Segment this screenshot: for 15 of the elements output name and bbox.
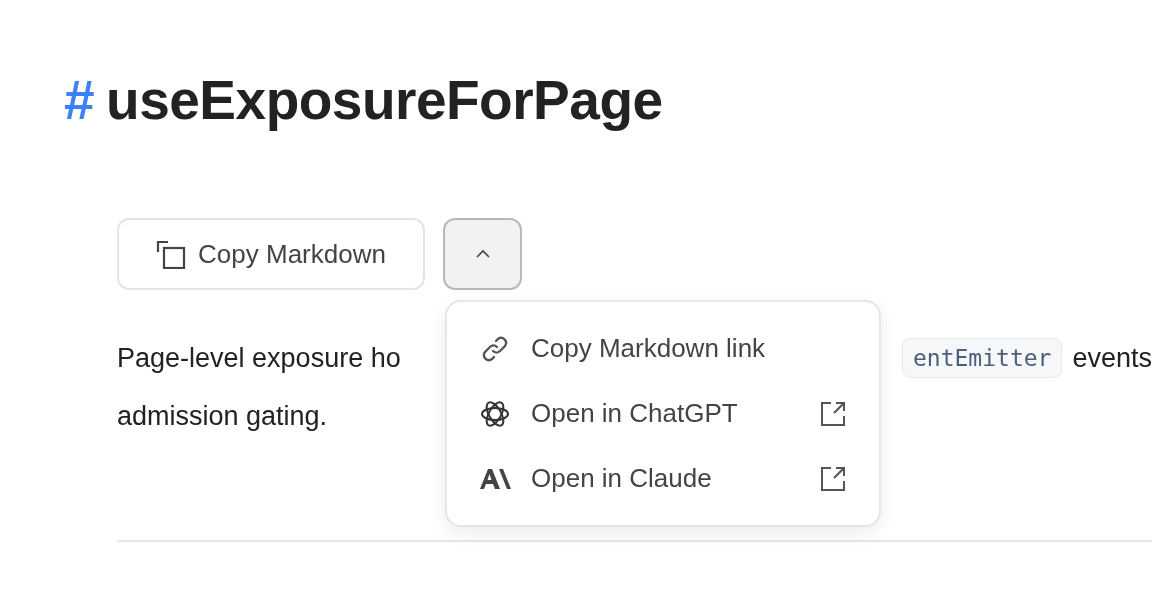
anchor-link[interactable]: # [64, 68, 95, 132]
menu-toggle-button[interactable] [443, 218, 522, 290]
paragraph-text: admission gating. [117, 400, 328, 432]
page-title: useExposureForPage [106, 68, 663, 132]
copy-markdown-button[interactable]: Copy Markdown [117, 218, 425, 290]
copy-icon [156, 239, 187, 269]
menu-item[interactable]: Open in Claude [447, 446, 879, 511]
inline-code: entEmitter [901, 338, 1063, 378]
paragraph-text: Page-level exposure ho [117, 342, 401, 374]
menu-item[interactable]: Copy Markdown link [447, 316, 879, 381]
paragraph-text: events [1072, 342, 1152, 374]
menu-item[interactable]: Open in ChatGPT [447, 381, 879, 446]
external-link-icon [819, 399, 847, 428]
chevron-icon [474, 249, 491, 259]
external-link-icon [819, 464, 847, 493]
